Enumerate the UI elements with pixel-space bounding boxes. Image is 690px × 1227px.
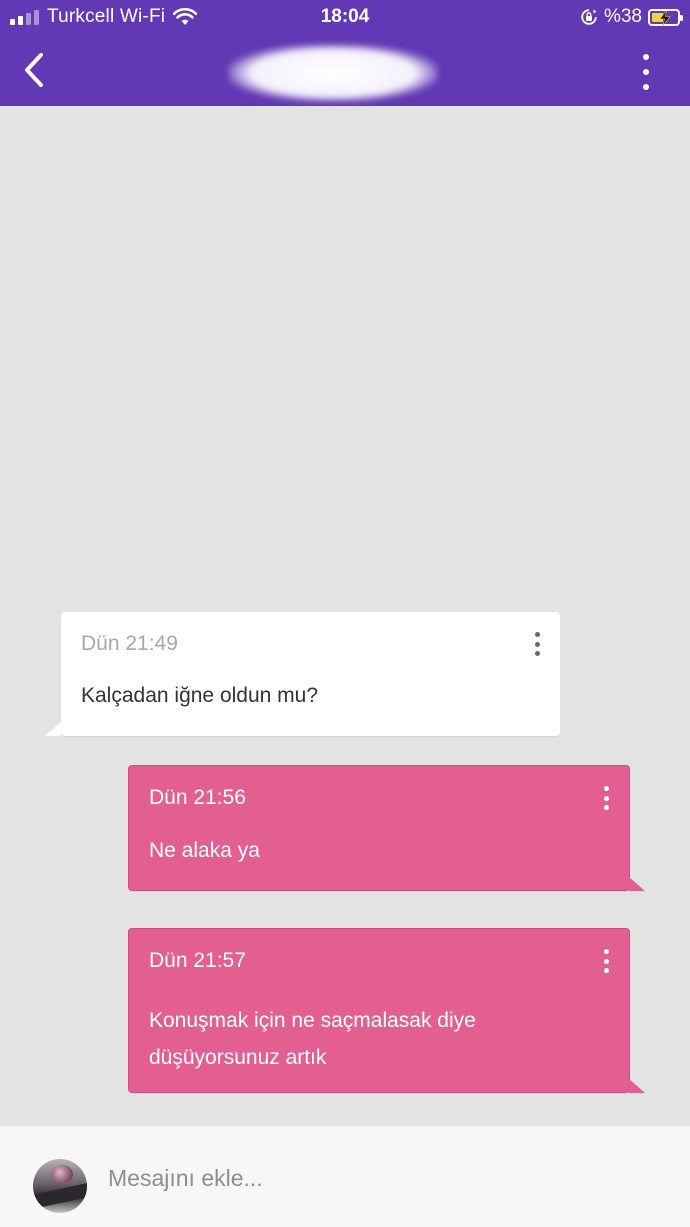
message-timestamp: Dün 21:56 [149,786,246,809]
avatar-flower [51,1165,73,1183]
message-composer [0,1125,690,1227]
message-timestamp: Dün 21:49 [81,632,178,655]
battery-percent: %38 [603,6,642,27]
message-options-button[interactable] [601,949,611,973]
message-text: Kalçadan iğne oldun mu? [81,684,319,707]
bubble-tail [45,722,61,736]
chat-screen: Turkcell Wi-Fi 18:04 %38 Dün 21:49 Kalça… [0,0,690,1227]
bubble-tail [629,877,645,891]
chevron-left-icon [25,53,43,87]
user-avatar[interactable] [33,1159,87,1213]
avatar-ground [33,1182,87,1210]
status-right: %38 [580,6,683,28]
message-timestamp: Dün 21:57 [149,949,246,972]
chat-header [0,36,690,106]
message-options-button[interactable] [532,632,542,656]
charging-bolt-icon [659,9,671,26]
outgoing-message: Dün 21:56 Ne alaka ya [128,765,645,891]
back-button[interactable] [14,46,54,94]
battery-icon [648,8,683,26]
message-input[interactable] [108,1160,668,1196]
status-bar: Turkcell Wi-Fi 18:04 %38 [0,0,690,36]
message-list[interactable]: Dün 21:49 Kalçadan iğne oldun mu? Dün 21… [0,106,690,1125]
outgoing-message: Dün 21:57 Konuşmak için ne saçmalasak di… [128,928,645,1093]
redacted-contact-name [228,44,438,102]
incoming-message: Dün 21:49 Kalçadan iğne oldun mu? [45,612,560,736]
orientation-lock-icon [581,9,597,25]
message-text: Konuşmak için ne saçmalasak diye düşüyor… [149,1009,476,1069]
message-options-button[interactable] [601,786,611,810]
bubble-tail [629,1079,645,1093]
top-bar: Turkcell Wi-Fi 18:04 %38 [0,0,690,106]
message-text: Ne alaka ya [149,839,260,862]
more-options-button[interactable] [636,54,656,90]
